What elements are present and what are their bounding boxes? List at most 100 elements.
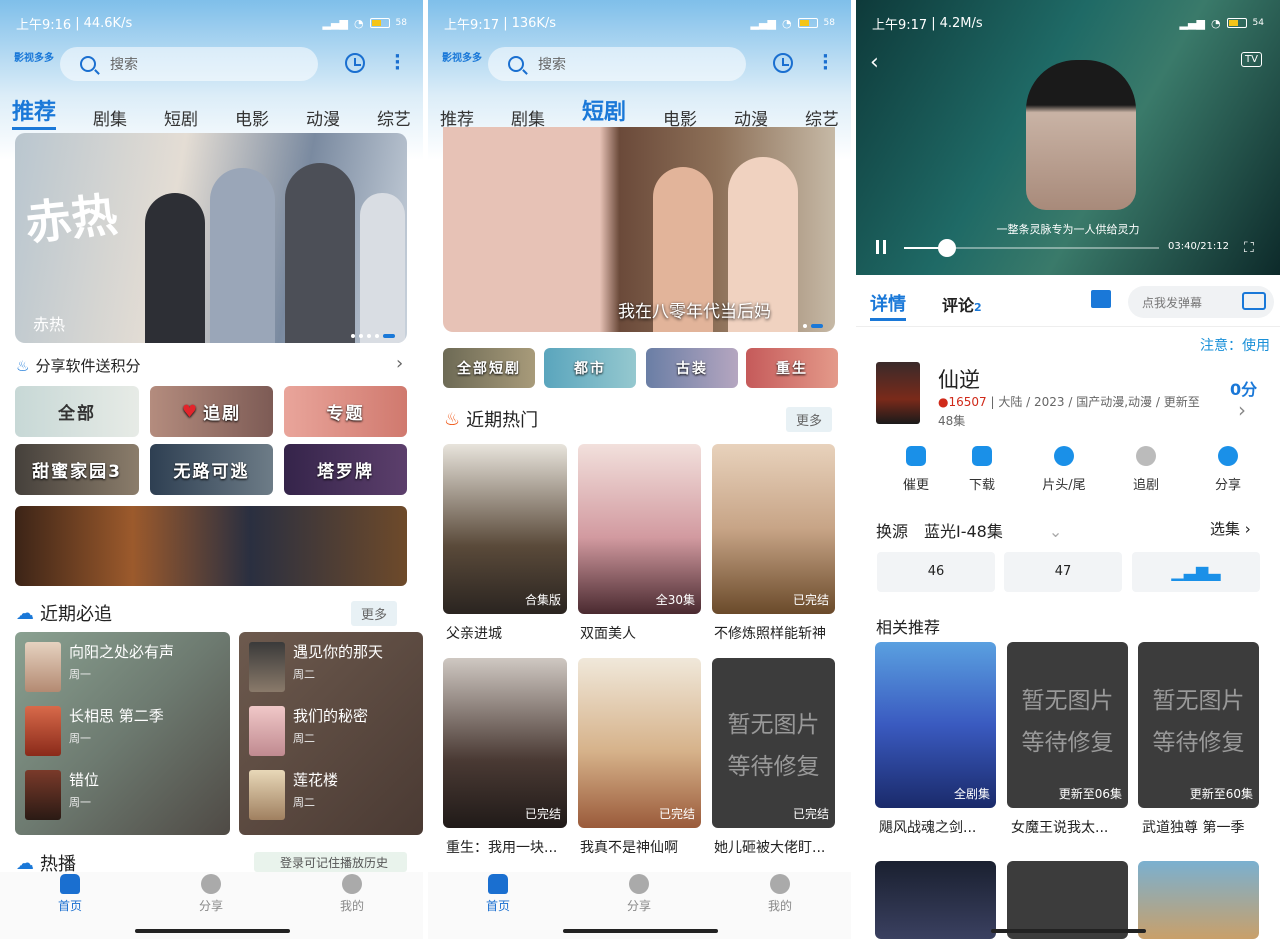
search-placeholder: 搜索 [110, 57, 138, 73]
action-skip[interactable]: 片头/尾 [1028, 446, 1100, 493]
poster-title: 她儿砸被大佬盯... [714, 840, 826, 856]
tile-follow[interactable]: ♥ 追剧 [150, 386, 273, 437]
app-logo: 影视多多 [14, 53, 54, 64]
chip-urban[interactable]: 都市 [544, 348, 636, 388]
fullscreen-icon[interactable]: ⛶ [1244, 240, 1254, 256]
list-item[interactable]: 向阳之处必有声 周一 [25, 642, 174, 692]
history-icon[interactable] [345, 53, 365, 73]
danmaku-input[interactable]: 点我发弹幕 [1128, 286, 1274, 318]
battery-level: 58 [395, 18, 407, 28]
chip-rebirth[interactable]: 重生 [746, 348, 838, 388]
nav-home[interactable]: 首页 [40, 874, 100, 914]
smile-icon [342, 874, 362, 894]
more-menu-icon[interactable]: · · · [394, 48, 401, 78]
nav-share[interactable]: 分享 [609, 874, 669, 914]
gift-icon: ♨ [16, 356, 30, 375]
poster-card[interactable]: 已完结 [712, 444, 835, 614]
danmaku-settings-icon[interactable] [1242, 292, 1266, 310]
episode-button[interactable]: 47 [1004, 552, 1122, 592]
tv-cast-icon[interactable]: TV [1241, 52, 1262, 67]
tab-movie[interactable]: 电影 [235, 105, 269, 130]
poster-thumb [25, 706, 61, 756]
tab-anime[interactable]: 动漫 [306, 105, 340, 130]
follow-more-button[interactable]: 更多 [351, 601, 398, 626]
chip-all-short[interactable]: 全部短剧 [443, 348, 535, 388]
promo-banner[interactable] [15, 506, 407, 586]
tile-sweet-home[interactable]: 甜蜜家园3 [15, 444, 139, 495]
nav-share[interactable]: 分享 [181, 874, 241, 914]
poster-title: 双面美人 [580, 626, 636, 642]
pause-icon[interactable] [876, 240, 886, 254]
recent-title: 近期热门 [466, 410, 539, 431]
poster-card[interactable]: 全30集 [578, 444, 701, 614]
tile-topic[interactable]: 专题 [284, 386, 407, 437]
related-card[interactable]: 全剧集 [875, 642, 996, 808]
divider [423, 0, 428, 939]
related-card-placeholder[interactable] [1007, 861, 1128, 939]
wifi-icon: ◔ [353, 16, 364, 30]
tile-all[interactable]: 全部 [15, 386, 139, 437]
image-icon[interactable] [1091, 290, 1111, 308]
hero-banner[interactable]: 我在八零年代当后妈 [443, 127, 835, 332]
tile-tarot[interactable]: 塔罗牌 [284, 444, 407, 495]
progress-track[interactable] [904, 239, 1159, 257]
tab-variety[interactable]: 综艺 [377, 105, 411, 130]
home-indicator [562, 929, 718, 933]
nav-home[interactable]: 首页 [468, 874, 528, 914]
related-title-text: 武道独尊 第一季 [1142, 820, 1245, 836]
related-card[interactable] [1138, 861, 1259, 939]
related-card-placeholder[interactable]: 暂无图片 等待修复 更新至06集 [1007, 642, 1128, 808]
tab-short[interactable]: 短剧 [164, 105, 198, 130]
list-item[interactable]: 错位 周一 [25, 770, 99, 820]
list-item[interactable]: 我们的秘密 周二 [249, 706, 368, 756]
list-item[interactable]: 遇见你的那天 周二 [249, 642, 383, 692]
playing-bars-icon[interactable]: ▁▃▆▃ [1132, 552, 1260, 592]
heart-icon [1136, 446, 1156, 466]
episode-button[interactable]: 46 [877, 552, 995, 592]
divider [856, 326, 1280, 327]
action-share[interactable]: 分享 [1192, 446, 1264, 493]
poster-thumb [249, 770, 285, 820]
action-remind[interactable]: 催更 [880, 446, 952, 493]
chevron-right-icon[interactable]: › [396, 353, 403, 374]
poster-card[interactable]: 已完结 [443, 658, 567, 828]
list-item[interactable]: 莲花楼 周二 [249, 770, 338, 820]
list-item[interactable]: 长相思 第二季 周一 [25, 706, 164, 756]
smile-icon [770, 874, 790, 894]
tab-detail[interactable]: 详情 [870, 290, 906, 321]
back-icon[interactable]: ‹ [870, 50, 879, 75]
tile-label: 全部 [58, 404, 96, 424]
more-menu-icon[interactable]: · · · [822, 48, 829, 78]
tile-no-way-out[interactable]: 无路可逃 [150, 444, 273, 495]
search-input[interactable]: 搜索 [488, 47, 746, 81]
tab-comment[interactable]: 评论2 [942, 292, 982, 316]
status-time: 上午9:16 [16, 17, 72, 33]
history-icon[interactable] [773, 53, 793, 73]
poster-card-placeholder[interactable]: 暂无图片 等待修复 已完结 [712, 658, 835, 828]
related-title-text: 飓风战魂之剑... [879, 820, 977, 836]
related-card[interactable] [875, 861, 996, 939]
action-download[interactable]: 下载 [946, 446, 1018, 493]
select-episode-button[interactable]: 选集 › [1210, 518, 1251, 539]
share-section[interactable]: ♨ 分享软件送积分 [16, 355, 140, 376]
search-input[interactable]: 搜索 [60, 47, 318, 81]
poster-card[interactable]: 合集版 [443, 444, 567, 614]
tab-recommend[interactable]: 推荐 [12, 94, 57, 130]
tab-series[interactable]: 剧集 [93, 105, 127, 130]
video-figure [1026, 60, 1136, 210]
nav-me[interactable]: 我的 [750, 874, 810, 914]
login-tip[interactable]: 登录可记住播放历史 [254, 852, 407, 872]
chip-costume[interactable]: 古装 [646, 348, 738, 388]
source-dropdown[interactable]: 蓝光I-48集 ⌄ [924, 518, 1062, 542]
action-follow[interactable]: 追剧 [1110, 446, 1182, 493]
danmaku-placeholder: 点我发弹幕 [1142, 296, 1203, 310]
poster-badge: 已完结 [524, 807, 561, 821]
nav-me[interactable]: 我的 [322, 874, 382, 914]
tab-short[interactable]: 短剧 [581, 94, 626, 130]
chevron-right-icon[interactable]: › [1238, 398, 1246, 422]
poster-card[interactable]: 已完结 [578, 658, 701, 828]
hero-banner[interactable]: 赤热 赤热 [15, 133, 407, 343]
banner-figure [285, 163, 355, 343]
recent-more-button[interactable]: 更多 [786, 407, 833, 432]
related-card-placeholder[interactable]: 暂无图片 等待修复 更新至60集 [1138, 642, 1259, 808]
